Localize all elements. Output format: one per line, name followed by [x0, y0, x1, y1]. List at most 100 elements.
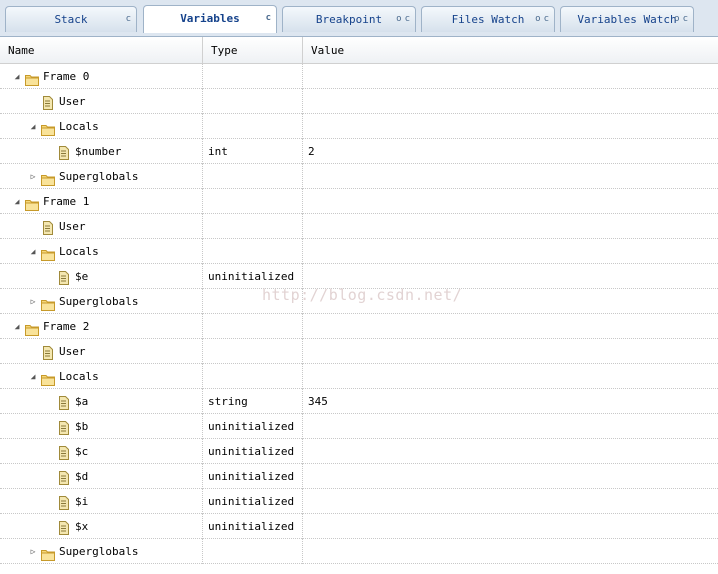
- type-cell: [203, 314, 303, 339]
- node-name: Frame 1: [43, 195, 90, 208]
- column-header-name[interactable]: Name: [0, 37, 203, 63]
- tree-row[interactable]: ◢ Locals: [0, 239, 718, 264]
- refresh-icon[interactable]: c: [126, 14, 131, 24]
- folder-icon: [41, 295, 55, 311]
- refresh-icon[interactable]: c: [266, 13, 271, 23]
- variable-file-icon: [41, 94, 55, 110]
- type-cell: [203, 89, 303, 114]
- value-cell: [303, 514, 718, 539]
- tab-controls: oc: [532, 7, 549, 32]
- tab-controls: oc: [671, 7, 688, 32]
- value-cell: [303, 239, 718, 264]
- name-cell: $d: [0, 464, 203, 489]
- column-header-type[interactable]: Type: [203, 37, 303, 63]
- value-cell: [303, 164, 718, 189]
- value-cell: [303, 314, 718, 339]
- expanded-arrow-icon[interactable]: ◢: [12, 64, 22, 89]
- folder-icon: [41, 545, 55, 561]
- value-cell: [303, 439, 718, 464]
- tab-stack[interactable]: Stack c: [5, 6, 137, 32]
- expanded-arrow-icon[interactable]: ◢: [28, 239, 38, 264]
- type-cell: uninitialized: [203, 414, 303, 439]
- name-cell: $e: [0, 264, 203, 289]
- name-cell: $x: [0, 514, 203, 539]
- tree-row[interactable]: User: [0, 214, 718, 239]
- tree-row[interactable]: $x uninitialized: [0, 514, 718, 539]
- variable-file-icon: [41, 219, 55, 235]
- tree-row[interactable]: ◢ Locals: [0, 114, 718, 139]
- tab-breakpoint[interactable]: Breakpoint o c: [282, 6, 416, 32]
- tree-row[interactable]: ◢ Frame 0: [0, 64, 718, 89]
- refresh-icon[interactable]: c: [405, 14, 410, 24]
- node-name: $a: [75, 395, 89, 408]
- collapsed-arrow-icon[interactable]: ▷: [28, 539, 38, 564]
- node-name: $e: [75, 270, 89, 283]
- name-cell: ◢ Locals: [0, 364, 203, 389]
- node-name: Superglobals: [59, 545, 139, 558]
- tree-row[interactable]: $b uninitialized: [0, 414, 718, 439]
- tree-row[interactable]: User: [0, 89, 718, 114]
- name-cell: User: [0, 89, 203, 114]
- node-name: Superglobals: [59, 295, 139, 308]
- tab-controls: c: [263, 6, 271, 31]
- type-cell: uninitialized: [203, 439, 303, 464]
- expanded-arrow-icon[interactable]: ◢: [12, 314, 22, 339]
- value-cell: 2: [308, 145, 315, 158]
- tree-row[interactable]: $a string 345: [0, 389, 718, 414]
- tree-row[interactable]: $c uninitialized: [0, 439, 718, 464]
- node-name: User: [59, 95, 86, 108]
- folder-icon: [25, 195, 39, 211]
- value-cell: [303, 364, 718, 389]
- expanded-arrow-icon[interactable]: ◢: [12, 189, 22, 214]
- value-cell: [303, 464, 718, 489]
- name-cell: ◢ Frame 2: [0, 314, 203, 339]
- folder-icon: [41, 170, 55, 186]
- collapsed-arrow-icon[interactable]: ▷: [28, 164, 38, 189]
- expanded-arrow-icon[interactable]: ◢: [28, 114, 38, 139]
- type-cell: uninitialized: [203, 489, 303, 514]
- node-name: Locals: [59, 245, 99, 258]
- tab-label: Breakpoint: [315, 13, 383, 26]
- tab-variables-watch[interactable]: Variables Watch o c: [560, 6, 694, 32]
- name-cell: ◢ Frame 1: [0, 189, 203, 214]
- collapsed-arrow-icon[interactable]: ▷: [28, 289, 38, 314]
- name-cell: User: [0, 214, 203, 239]
- options-icon[interactable]: o: [535, 14, 540, 24]
- tree-row[interactable]: ▷ Superglobals: [0, 164, 718, 189]
- node-name: Frame 2: [43, 320, 90, 333]
- options-icon[interactable]: o: [674, 14, 679, 24]
- refresh-icon[interactable]: c: [683, 14, 688, 24]
- tree-row[interactable]: ◢ Frame 2: [0, 314, 718, 339]
- tab-label: Variables Watch: [577, 13, 677, 26]
- refresh-icon[interactable]: c: [544, 14, 549, 24]
- tree-row[interactable]: User: [0, 339, 718, 364]
- variable-file-icon: [57, 519, 71, 535]
- tree-row[interactable]: ◢ Frame 1: [0, 189, 718, 214]
- tab-label: Files Watch: [451, 13, 525, 26]
- tree-row[interactable]: ◢ Locals: [0, 364, 718, 389]
- type-cell: [203, 64, 303, 89]
- type-cell: [203, 539, 303, 564]
- value-cell: 345: [308, 395, 328, 408]
- type-cell: string: [203, 389, 303, 414]
- node-name: Locals: [59, 120, 99, 133]
- node-name: $i: [75, 495, 89, 508]
- column-header-value[interactable]: Value: [303, 37, 718, 63]
- tab-variables[interactable]: Variables c: [143, 5, 277, 33]
- tab-files-watch[interactable]: Files Watch o c: [421, 6, 555, 32]
- options-icon[interactable]: o: [396, 14, 401, 24]
- tree-row[interactable]: $i uninitialized: [0, 489, 718, 514]
- name-cell: $number: [0, 139, 203, 164]
- name-cell: ◢ Frame 0: [0, 64, 203, 89]
- tree-row[interactable]: $d uninitialized: [0, 464, 718, 489]
- node-name: $d: [75, 470, 89, 483]
- name-cell: ◢ Locals: [0, 239, 203, 264]
- node-name: $b: [75, 420, 89, 433]
- type-cell: [203, 339, 303, 364]
- value-cell: [303, 539, 718, 564]
- value-cell: [303, 89, 718, 114]
- tree-row[interactable]: $number int 2: [0, 139, 718, 164]
- node-name: $c: [75, 445, 89, 458]
- tree-row[interactable]: ▷ Superglobals: [0, 539, 718, 564]
- expanded-arrow-icon[interactable]: ◢: [28, 364, 38, 389]
